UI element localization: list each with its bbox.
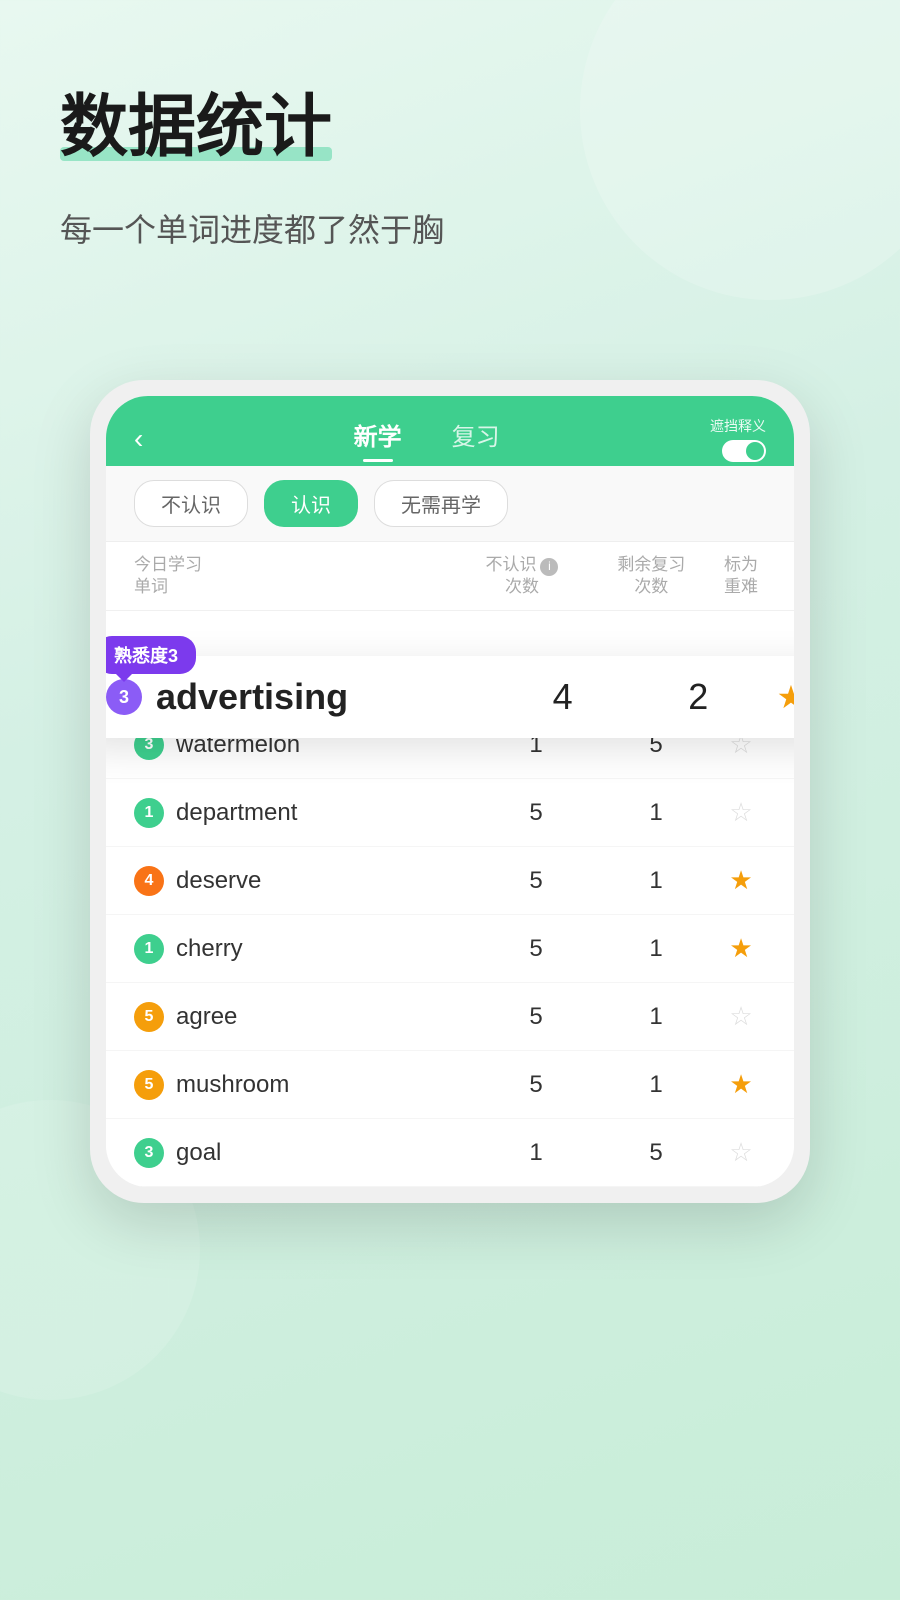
toggle-knob bbox=[746, 442, 764, 460]
featured-card: 熟悉度3 3 advertising 4 2 ★ bbox=[106, 656, 794, 738]
back-button[interactable]: ‹ bbox=[134, 423, 143, 455]
star-deserve[interactable]: ★ bbox=[716, 865, 766, 896]
filter-no-need[interactable]: 无需再学 bbox=[374, 480, 508, 527]
filter-unknown[interactable]: 不认识 bbox=[134, 480, 248, 527]
star-goal[interactable]: ☆ bbox=[716, 1137, 766, 1168]
page-title: 数据统计 bbox=[60, 90, 332, 165]
count2-department: 1 bbox=[596, 799, 716, 827]
phone-shell: ‹ 新学 复习 遮挡释义 不认识 认识 无需再学 bbox=[90, 380, 810, 1203]
badge-goal: 3 bbox=[134, 1138, 164, 1168]
word-row-deserve: 4 deserve 5 1 ★ bbox=[106, 847, 794, 915]
count1-goal: 1 bbox=[476, 1139, 596, 1167]
phone-nav: ‹ 新学 复习 遮挡释义 bbox=[134, 416, 766, 466]
phone-inner: ‹ 新学 复习 遮挡释义 不认识 认识 无需再学 bbox=[106, 396, 794, 1187]
count2-mushroom: 1 bbox=[596, 1071, 716, 1099]
word-row-agree: 5 agree 5 1 ☆ bbox=[106, 983, 794, 1051]
featured-count2: 2 bbox=[630, 676, 766, 718]
badge-mushroom: 5 bbox=[134, 1070, 164, 1100]
count1-department: 5 bbox=[476, 799, 596, 827]
featured-badge: 3 bbox=[106, 679, 142, 715]
star-mushroom[interactable]: ★ bbox=[716, 1069, 766, 1100]
word-mushroom[interactable]: mushroom bbox=[176, 1071, 476, 1099]
filter-row: 不认识 认识 无需再学 bbox=[106, 466, 794, 542]
col-header-difficult: 标为重难 bbox=[716, 554, 766, 598]
phone-header: ‹ 新学 复习 遮挡释义 bbox=[106, 396, 794, 466]
featured-star[interactable]: ★ bbox=[766, 678, 794, 716]
count2-agree: 1 bbox=[596, 1003, 716, 1031]
word-row-cherry: 1 cherry 5 1 ★ bbox=[106, 915, 794, 983]
count1-cherry: 5 bbox=[476, 935, 596, 963]
featured-row: 3 advertising 4 2 ★ bbox=[106, 676, 794, 718]
word-list: 熟悉度3 3 advertising 4 2 ★ 3 watermelon 1 bbox=[106, 611, 794, 1187]
count1-agree: 5 bbox=[476, 1003, 596, 1031]
badge-cherry: 1 bbox=[134, 934, 164, 964]
word-cherry[interactable]: cherry bbox=[176, 935, 476, 963]
col-header-unknown: 不认识i 次数 bbox=[457, 554, 586, 598]
col-header-word: 今日学习单词 bbox=[134, 554, 457, 598]
phone-mockup: ‹ 新学 复习 遮挡释义 不认识 认识 无需再学 bbox=[90, 380, 810, 1203]
badge-agree: 5 bbox=[134, 1002, 164, 1032]
featured-count1: 4 bbox=[495, 676, 631, 718]
count1-deserve: 5 bbox=[476, 867, 596, 895]
word-deserve[interactable]: deserve bbox=[176, 867, 476, 895]
word-row-goal: 3 goal 1 5 ☆ bbox=[106, 1119, 794, 1187]
meaning-toggle[interactable] bbox=[722, 440, 766, 462]
star-agree[interactable]: ☆ bbox=[716, 1001, 766, 1032]
word-goal[interactable]: goal bbox=[176, 1139, 476, 1167]
badge-deserve: 4 bbox=[134, 866, 164, 896]
nav-tabs: 新学 复习 bbox=[354, 417, 500, 462]
badge-department: 1 bbox=[134, 798, 164, 828]
familiarity-tooltip: 熟悉度3 bbox=[106, 636, 196, 674]
star-cherry[interactable]: ★ bbox=[716, 933, 766, 964]
tab-review[interactable]: 复习 bbox=[452, 417, 500, 462]
count1-mushroom: 5 bbox=[476, 1071, 596, 1099]
top-section: 数据统计 每一个单词进度都了然于胸 bbox=[0, 0, 900, 291]
nav-right: 遮挡释义 bbox=[710, 416, 766, 462]
tab-new-learn[interactable]: 新学 bbox=[354, 417, 402, 462]
col-header-review: 剩余复习 次数 bbox=[587, 554, 716, 598]
table-header: 今日学习单词 不认识i 次数 剩余复习 次数 标为重难 bbox=[106, 542, 794, 611]
count2-deserve: 1 bbox=[596, 867, 716, 895]
count2-goal: 5 bbox=[596, 1139, 716, 1167]
word-row-mushroom: 5 mushroom 5 1 ★ bbox=[106, 1051, 794, 1119]
word-row-department: 1 department 5 1 ☆ bbox=[106, 779, 794, 847]
word-agree[interactable]: agree bbox=[176, 1003, 476, 1031]
featured-word[interactable]: advertising bbox=[156, 676, 495, 718]
star-department[interactable]: ☆ bbox=[716, 797, 766, 828]
nav-hint: 遮挡释义 bbox=[710, 416, 766, 436]
page-subtitle: 每一个单词进度都了然于胸 bbox=[60, 205, 840, 251]
count2-cherry: 1 bbox=[596, 935, 716, 963]
word-department[interactable]: department bbox=[176, 799, 476, 827]
filter-known[interactable]: 认识 bbox=[264, 480, 358, 527]
